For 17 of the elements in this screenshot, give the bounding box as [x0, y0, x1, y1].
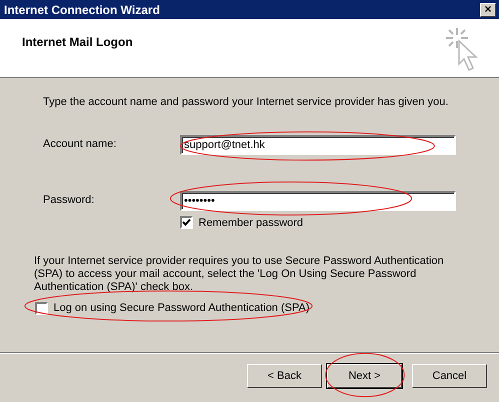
field-label: Password: [43, 193, 96, 208]
checkbox[interactable] [35, 302, 48, 315]
close-button[interactable]: × [480, 2, 496, 16]
cancel-button[interactable]: Cancel [412, 364, 487, 388]
field-label: Account name: [43, 137, 118, 152]
sparkle-cursor-icon [445, 26, 479, 72]
next-button[interactable]: Next > [327, 364, 402, 388]
back-button[interactable]: < Back [247, 364, 322, 388]
window-title: Internet Connection Wizard [4, 2, 160, 18]
checkbox-label: Log on using Secure Password Authentication (SPA) [54, 301, 310, 316]
page-title: Internet Mail Logon [22, 34, 134, 51]
spa-note-text: If your Internet service provider requires you to use Secure Password Authentication (SPA) to access your mail account, select the 'Log On Using Secure Password Authentication (SPA)' check box. [34, 255, 445, 294]
checkbox[interactable] [180, 216, 193, 230]
checkbox-label: Remember password [198, 216, 304, 230]
account-name-field[interactable]: support@tnet.hk [180, 134, 456, 154]
password-field[interactable]: •••••••• [180, 190, 456, 210]
instruction-text: Type the account name and password your Internet service provider has given you. [43, 95, 450, 110]
